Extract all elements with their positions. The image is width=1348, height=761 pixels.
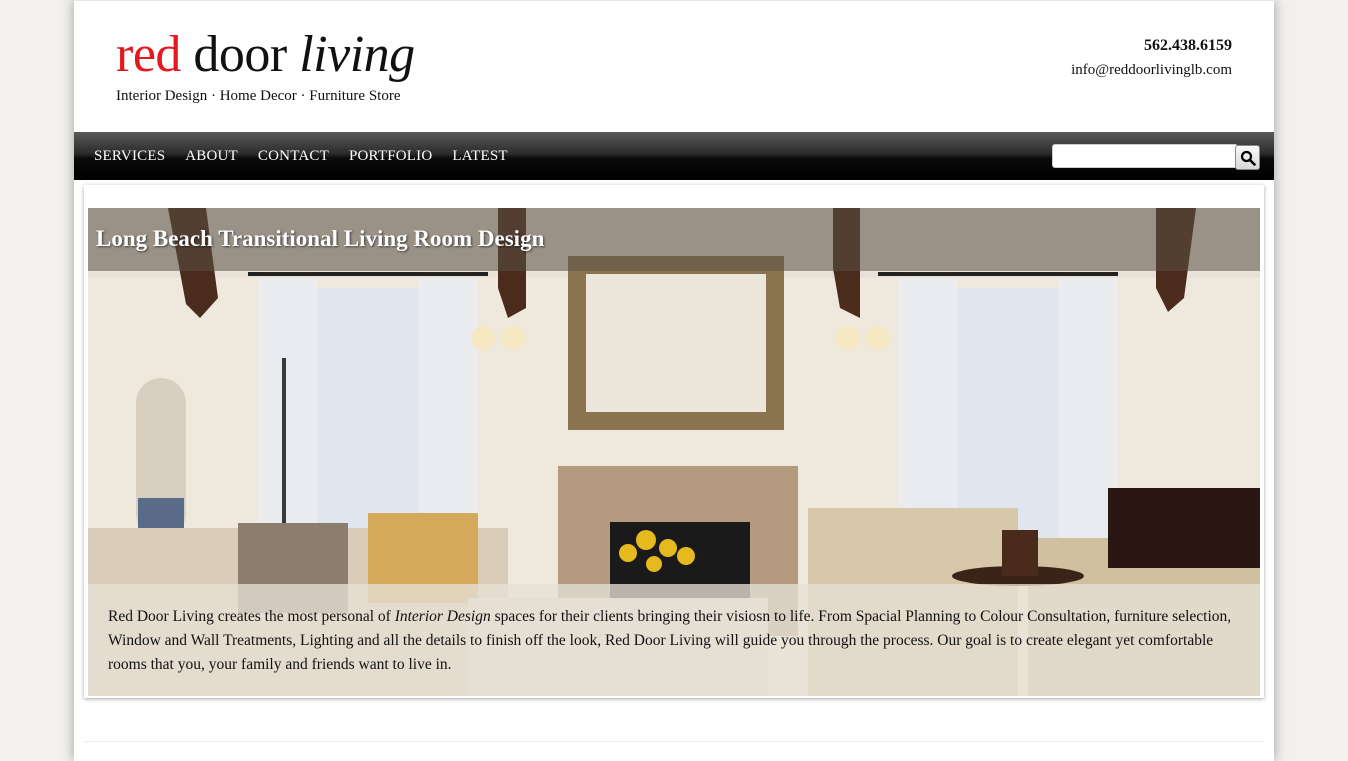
logo-word-living: living xyxy=(299,26,415,83)
nav-item-latest[interactable]: LATEST xyxy=(452,148,507,165)
nav-item-services[interactable]: SERVICES xyxy=(94,148,165,165)
hero-caption: Red Door Living creates the most persona… xyxy=(108,605,1233,677)
email-link[interactable]: info@reddoorlivinglb.com xyxy=(1071,62,1232,79)
nav-item-contact[interactable]: CONTACT xyxy=(258,148,329,165)
caption-text-start: Red Door Living creates the most persona… xyxy=(108,608,395,625)
main-navbar: SERVICES ABOUT CONTACT PORTFOLIO LATEST xyxy=(74,132,1274,180)
hero-title-bar: Long Beach Transitional Living Room Desi… xyxy=(88,208,1260,271)
logo-word-red: red xyxy=(116,26,181,83)
content-divider xyxy=(84,741,1264,742)
search-input[interactable] xyxy=(1052,144,1238,168)
page-container: red door living Interior Design · Home D… xyxy=(74,0,1274,761)
hero-slide[interactable]: Long Beach Transitional Living Room Desi… xyxy=(88,208,1260,696)
caption-emphasis: Interior Design xyxy=(394,608,491,625)
magnifier-icon xyxy=(1240,150,1256,166)
logo-word-door: door xyxy=(193,26,287,83)
site-tagline: Interior Design · Home Decor · Furniture… xyxy=(116,88,401,104)
nav-item-portfolio[interactable]: PORTFOLIO xyxy=(349,148,432,165)
nav-item-about[interactable]: ABOUT xyxy=(185,148,238,165)
hero-caption-bar: Red Door Living creates the most persona… xyxy=(88,584,1260,696)
search-button[interactable] xyxy=(1235,145,1260,170)
content-card: Long Beach Transitional Living Room Desi… xyxy=(84,185,1264,698)
main-nav: SERVICES ABOUT CONTACT PORTFOLIO LATEST xyxy=(94,132,528,180)
phone-number: 562.438.6159 xyxy=(1144,37,1232,54)
site-logo[interactable]: red door living xyxy=(116,29,415,81)
hero-title[interactable]: Long Beach Transitional Living Room Desi… xyxy=(96,226,544,252)
